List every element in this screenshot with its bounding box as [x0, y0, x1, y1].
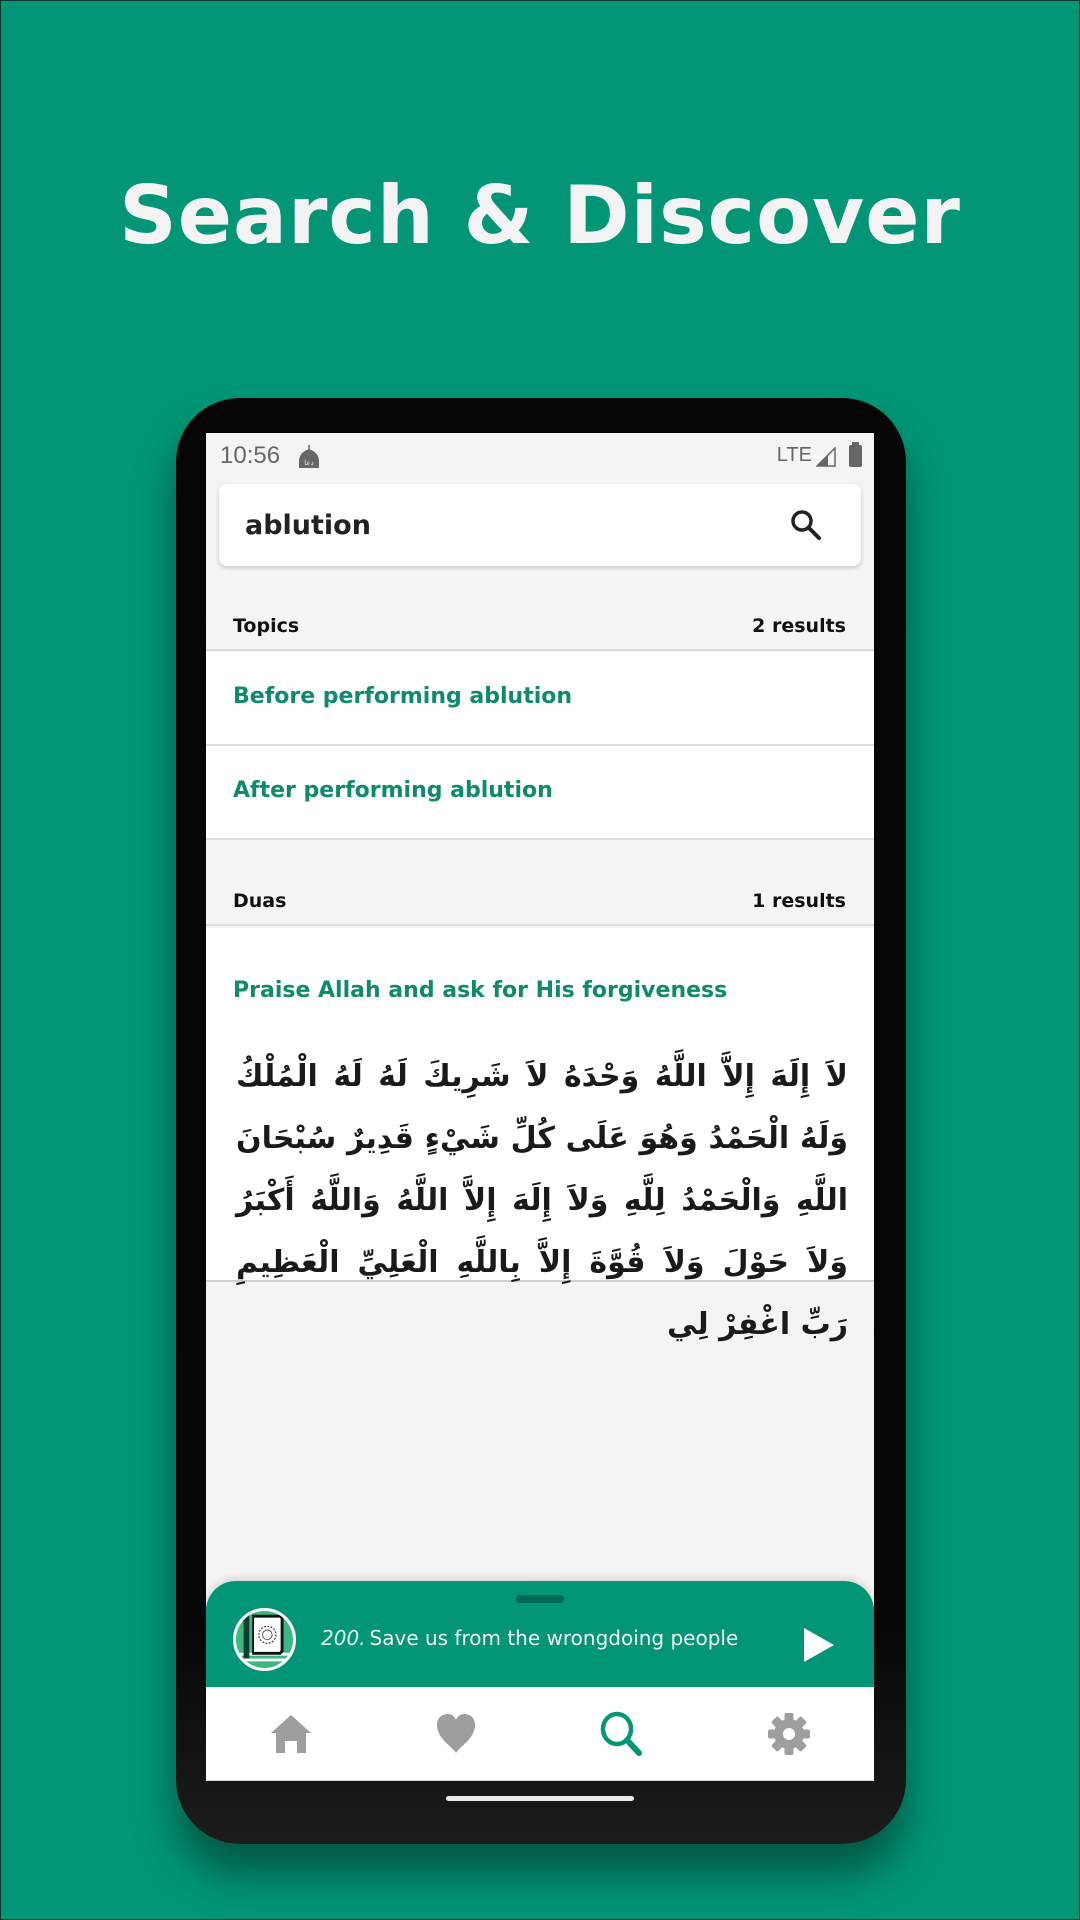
quran-book-icon — [233, 1608, 296, 1671]
topic-item[interactable]: Before performing ablution — [206, 652, 874, 746]
topic-label: After performing ablution — [233, 778, 553, 803]
signal-icon — [816, 447, 836, 467]
topic-label: Before performing ablution — [233, 684, 573, 709]
status-bar: 10:56 دعا LTE — [206, 433, 874, 483]
search-input[interactable] — [245, 502, 745, 548]
play-icon[interactable] — [804, 1628, 834, 1662]
drag-handle[interactable] — [516, 1595, 564, 1603]
search-bar — [219, 484, 861, 566]
section-header-topics: Topics 2 results — [206, 611, 874, 651]
section-label: Duas — [233, 890, 287, 912]
dua-item[interactable]: Praise Allah and ask for His forgiveness… — [206, 928, 874, 1342]
results-count: 2 results — [752, 615, 846, 637]
mini-player[interactable]: 200. Save us from the wrongdoing people — [206, 1581, 874, 1687]
mosque-dua-icon: دعا — [299, 445, 319, 468]
svg-text:دعا: دعا — [304, 459, 313, 467]
home-icon[interactable] — [268, 1711, 314, 1757]
home-indicator[interactable] — [446, 1796, 634, 1801]
search-icon[interactable] — [789, 508, 823, 542]
status-time: 10:56 — [220, 442, 281, 469]
topic-item[interactable]: After performing ablution — [206, 746, 874, 840]
network-label: LTE — [776, 444, 812, 466]
dua-title: Praise Allah and ask for His forgiveness — [233, 978, 728, 1003]
track-number: 200. — [321, 1626, 366, 1650]
battery-icon — [849, 442, 862, 467]
hero-title: Search & Discover — [119, 169, 961, 262]
search-icon[interactable] — [599, 1711, 645, 1757]
gear-icon[interactable] — [766, 1711, 812, 1757]
phone-frame: 10:56 دعا LTE Topics 2 results — [176, 398, 906, 1844]
track-title: Save us from the wrongdoing people — [369, 1626, 739, 1650]
section-header-duas: Duas 1 results — [206, 886, 874, 926]
results-count: 1 results — [752, 890, 846, 912]
dua-arabic-text: لاَ إِلَهَ إِلاَّ اللَّهُ وَحْدَهُ لاَ ش… — [236, 1059, 848, 1342]
section-label: Topics — [233, 615, 300, 637]
app-screen: 10:56 دعا LTE Topics 2 results — [206, 433, 874, 1781]
heart-icon[interactable] — [433, 1711, 479, 1757]
now-playing: 200. Save us from the wrongdoing people — [321, 1626, 738, 1650]
bottom-nav — [206, 1687, 874, 1781]
